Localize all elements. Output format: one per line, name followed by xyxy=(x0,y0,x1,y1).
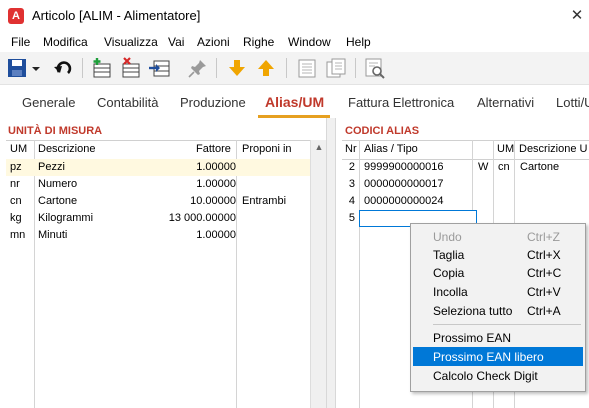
column-header-nr[interactable]: Nr xyxy=(345,143,357,155)
um-cell: cn xyxy=(498,161,510,173)
menu-item-prossimo-ean[interactable]: Prossimo EAN xyxy=(413,328,583,347)
um-cell: mn xyxy=(10,229,26,241)
toolbar-separator xyxy=(355,58,356,78)
copy-page-icon[interactable] xyxy=(325,57,347,79)
pin-icon[interactable] xyxy=(187,57,209,79)
column-header-proponi[interactable]: Proponi in xyxy=(242,143,292,155)
table-row[interactable]: 4 0000000000024 xyxy=(342,193,589,210)
descrizione-cell: Minuti xyxy=(38,229,68,241)
scroll-up-arrow-icon[interactable]: ▲ xyxy=(311,142,327,152)
column-header-descrizione-um[interactable]: Descrizione U xyxy=(519,143,587,155)
units-table-header: UM Descrizione Fattore Proponi in xyxy=(6,140,310,160)
app-logo-icon: A xyxy=(8,8,24,24)
table-row[interactable]: cn Cartone 10.00000 Entrambi xyxy=(6,193,310,210)
menu-item-seleziona-tutto[interactable]: Seleziona tutto Ctrl+A xyxy=(413,301,583,320)
table-row[interactable]: pz Pezzi 1.00000 xyxy=(6,159,310,176)
context-menu: Undo Ctrl+Z Taglia Ctrl+X Copia Ctrl+C I… xyxy=(410,223,586,392)
fattore-cell: 10.00000 xyxy=(190,195,236,207)
toolbar xyxy=(0,52,589,85)
menu-item-incolla[interactable]: Incolla Ctrl+V xyxy=(413,282,583,301)
column-header-descrizione[interactable]: Descrizione xyxy=(38,143,95,155)
panel-splitter[interactable] xyxy=(326,118,336,408)
alias-cell: 9999900000016 xyxy=(364,161,444,173)
table-row[interactable]: mn Minuti 1.00000 xyxy=(6,227,310,244)
tab-generale[interactable]: Generale xyxy=(22,95,75,110)
descrizione-cell: Pezzi xyxy=(38,161,65,173)
column-header-um[interactable]: UM xyxy=(497,143,514,155)
tab-fattura-elettronica[interactable]: Fattura Elettronica xyxy=(348,95,454,110)
move-up-icon[interactable] xyxy=(255,57,277,79)
nr-cell: 4 xyxy=(348,195,355,207)
toolbar-separator xyxy=(82,58,83,78)
menu-righe[interactable]: Righe xyxy=(243,35,274,49)
undo-icon[interactable] xyxy=(53,57,75,79)
close-icon[interactable]: ✕ xyxy=(565,0,589,32)
title-bar: A Articolo [ALIM - Alimentatore] ✕ xyxy=(0,0,589,32)
menu-vai[interactable]: Vai xyxy=(168,35,184,49)
tab-contabilita[interactable]: Contabilità xyxy=(97,95,158,110)
table-row[interactable]: nr Numero 1.00000 xyxy=(6,176,310,193)
fattore-cell: 1.00000 xyxy=(196,229,236,241)
menu-window[interactable]: Window xyxy=(288,35,331,49)
descrizione-cell: Cartone xyxy=(520,161,560,173)
menu-file[interactable]: File xyxy=(11,35,30,49)
units-panel: UNITÀ DI MISURA UM Descrizione Fattore P… xyxy=(0,118,327,408)
nr-cell: 2 xyxy=(348,161,355,173)
descrizione-cell: Numero xyxy=(38,178,78,190)
alias-section-title: CODICI ALIAS xyxy=(345,125,420,137)
page-icon[interactable] xyxy=(296,57,318,79)
table-row[interactable]: 3 0000000000017 xyxy=(342,176,589,193)
save-icon[interactable] xyxy=(6,57,28,79)
proponi-cell: Entrambi xyxy=(242,195,287,207)
menu-item-taglia[interactable]: Taglia Ctrl+X xyxy=(413,245,583,264)
delete-row-icon[interactable] xyxy=(120,57,142,79)
column-header-fattore[interactable]: Fattore xyxy=(196,143,231,155)
um-cell: pz xyxy=(10,161,22,173)
menu-azioni[interactable]: Azioni xyxy=(197,35,230,49)
tab-alias-um[interactable]: Alias/UM xyxy=(265,94,324,110)
menu-item-calcolo-check-digit[interactable]: Calcolo Check Digit xyxy=(413,366,583,385)
tab-lotti[interactable]: Lotti/U xyxy=(556,95,589,110)
column-header-alias-tipo[interactable]: Alias / Tipo xyxy=(364,143,418,155)
tipo-cell: W xyxy=(478,161,489,173)
um-cell: nr xyxy=(10,178,20,190)
nr-cell: 3 xyxy=(348,178,355,190)
add-row-icon[interactable] xyxy=(91,57,113,79)
toolbar-separator xyxy=(216,58,217,78)
window-title: Articolo [ALIM - Alimentatore] xyxy=(32,8,201,23)
fattore-cell: 1.00000 xyxy=(196,178,236,190)
fattore-cell: 1.00000 xyxy=(196,161,236,173)
descrizione-cell: Cartone xyxy=(38,195,78,207)
menu-help[interactable]: Help xyxy=(346,35,371,49)
tab-alternativi[interactable]: Alternativi xyxy=(477,95,534,110)
dropdown-arrow-icon[interactable] xyxy=(30,57,42,79)
menu-item-copia[interactable]: Copia Ctrl+C xyxy=(413,263,583,282)
alias-table-header: Nr Alias / Tipo UM Descrizione U xyxy=(342,140,589,160)
menu-visualizza[interactable]: Visualizza xyxy=(104,35,158,49)
move-down-icon[interactable] xyxy=(226,57,248,79)
menu-item-prossimo-ean-libero[interactable]: Prossimo EAN libero xyxy=(413,347,583,366)
column-header-um[interactable]: UM xyxy=(10,143,27,155)
preview-search-icon[interactable] xyxy=(364,57,386,79)
menu-modifica[interactable]: Modifica xyxy=(43,35,88,49)
tab-bar: Generale Contabilità Produzione Alias/UM… xyxy=(0,85,589,119)
tab-produzione[interactable]: Produzione xyxy=(180,95,246,110)
menu-item-undo[interactable]: Undo Ctrl+Z xyxy=(413,227,583,246)
toolbar-separator xyxy=(286,58,287,78)
table-row[interactable]: 2 9999900000016 W cn Cartone xyxy=(342,159,589,176)
nr-cell: 5 xyxy=(348,212,355,224)
fattore-cell: 13 000.00000 xyxy=(168,212,236,224)
menu-bar: File Modifica Visualizza Vai Azioni Righ… xyxy=(0,32,589,52)
alias-cell: 0000000000024 xyxy=(364,195,444,207)
alias-cell: 0000000000017 xyxy=(364,178,444,190)
descrizione-cell: Kilogrammi xyxy=(38,212,94,224)
menu-separator xyxy=(433,324,581,325)
vertical-scrollbar[interactable]: ▲ xyxy=(310,140,327,408)
table-row[interactable]: kg Kilogrammi 13 000.00000 xyxy=(6,210,310,227)
units-section-title: UNITÀ DI MISURA xyxy=(8,125,103,137)
insert-row-icon[interactable] xyxy=(149,57,171,79)
um-cell: cn xyxy=(10,195,22,207)
um-cell: kg xyxy=(10,212,22,224)
